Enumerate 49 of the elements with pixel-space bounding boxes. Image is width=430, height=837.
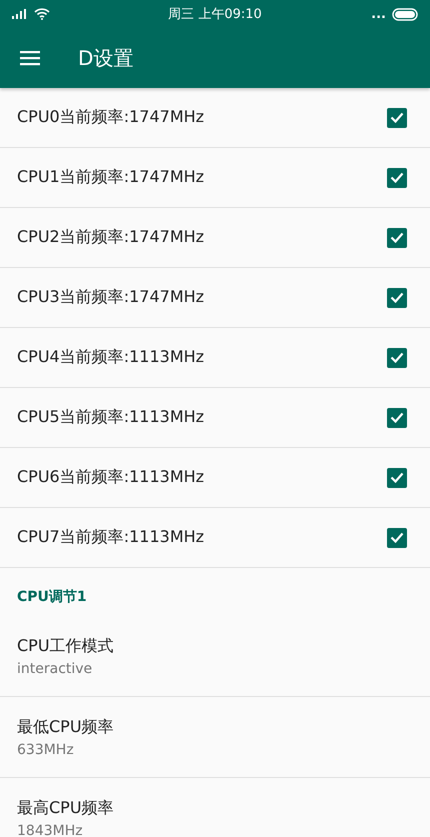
section-header: CPU调节1 (16, 588, 88, 607)
checkbox[interactable] (387, 288, 407, 308)
status-dots: ... (371, 6, 386, 22)
preference-title: 最高CPU频率 (17, 798, 114, 818)
signal-icon (12, 9, 28, 19)
cpu-label: CPU1当前频率:1747MHz (17, 167, 204, 188)
battery-icon (392, 8, 418, 20)
checkbox[interactable] (387, 168, 407, 188)
check-icon (390, 532, 404, 543)
checkbox[interactable] (387, 468, 407, 488)
check-icon (390, 232, 404, 243)
cpu-item[interactable]: CPU6当前频率:1113MHz (0, 448, 430, 508)
check-icon (390, 472, 404, 483)
check-icon (390, 112, 404, 123)
check-icon (390, 172, 404, 183)
preference-item[interactable]: 最低CPU频率 633MHz (0, 697, 430, 778)
status-time: 周三 上午09:10 (168, 6, 262, 23)
cpu-item[interactable]: CPU5当前频率:1113MHz (0, 388, 430, 448)
menu-icon[interactable] (20, 50, 40, 66)
checkbox[interactable] (387, 528, 407, 548)
cpu-label: CPU6当前频率:1113MHz (17, 467, 204, 488)
cpu-label: CPU2当前频率:1747MHz (17, 227, 204, 248)
preference-title: 最低CPU频率 (17, 716, 114, 738)
checkbox[interactable] (387, 348, 407, 368)
cpu-item[interactable]: CPU7当前频率:1113MHz (0, 508, 430, 568)
cpu-item[interactable]: CPU1当前频率:1747MHz (0, 148, 430, 208)
check-icon (390, 352, 404, 363)
preference-title: CPU工作模式 (17, 636, 114, 656)
preference-item[interactable]: 最高CPU频率 1843MHz (0, 778, 430, 837)
cpu-label: CPU0当前频率:1747MHz (17, 107, 204, 128)
cpu-item[interactable]: CPU4当前频率:1113MHz (0, 328, 430, 388)
check-icon (390, 412, 404, 423)
cpu-label: CPU7当前频率:1113MHz (17, 527, 204, 548)
preference-summary: interactive (17, 660, 92, 676)
cpu-label: CPU3当前频率:1747MHz (17, 287, 204, 308)
checkbox[interactable] (387, 228, 407, 248)
app-title: D设置 (78, 44, 134, 72)
cpu-item[interactable]: CPU2当前频率:1747MHz (0, 208, 430, 268)
preference-item[interactable]: CPU工作模式 interactive (0, 616, 430, 697)
preference-summary: 633MHz (17, 742, 74, 758)
checkbox[interactable] (387, 108, 407, 128)
checkbox[interactable] (387, 408, 407, 428)
cpu-label: CPU4当前频率:1113MHz (17, 347, 204, 368)
cpu-item[interactable]: CPU3当前频率:1747MHz (0, 268, 430, 328)
wifi-icon (34, 8, 50, 20)
cpu-label: CPU5当前频率:1113MHz (17, 407, 204, 428)
cpu-item[interactable]: CPU0当前频率:1747MHz (0, 88, 430, 148)
check-icon (390, 292, 404, 303)
preference-summary: 1843MHz (17, 822, 83, 837)
